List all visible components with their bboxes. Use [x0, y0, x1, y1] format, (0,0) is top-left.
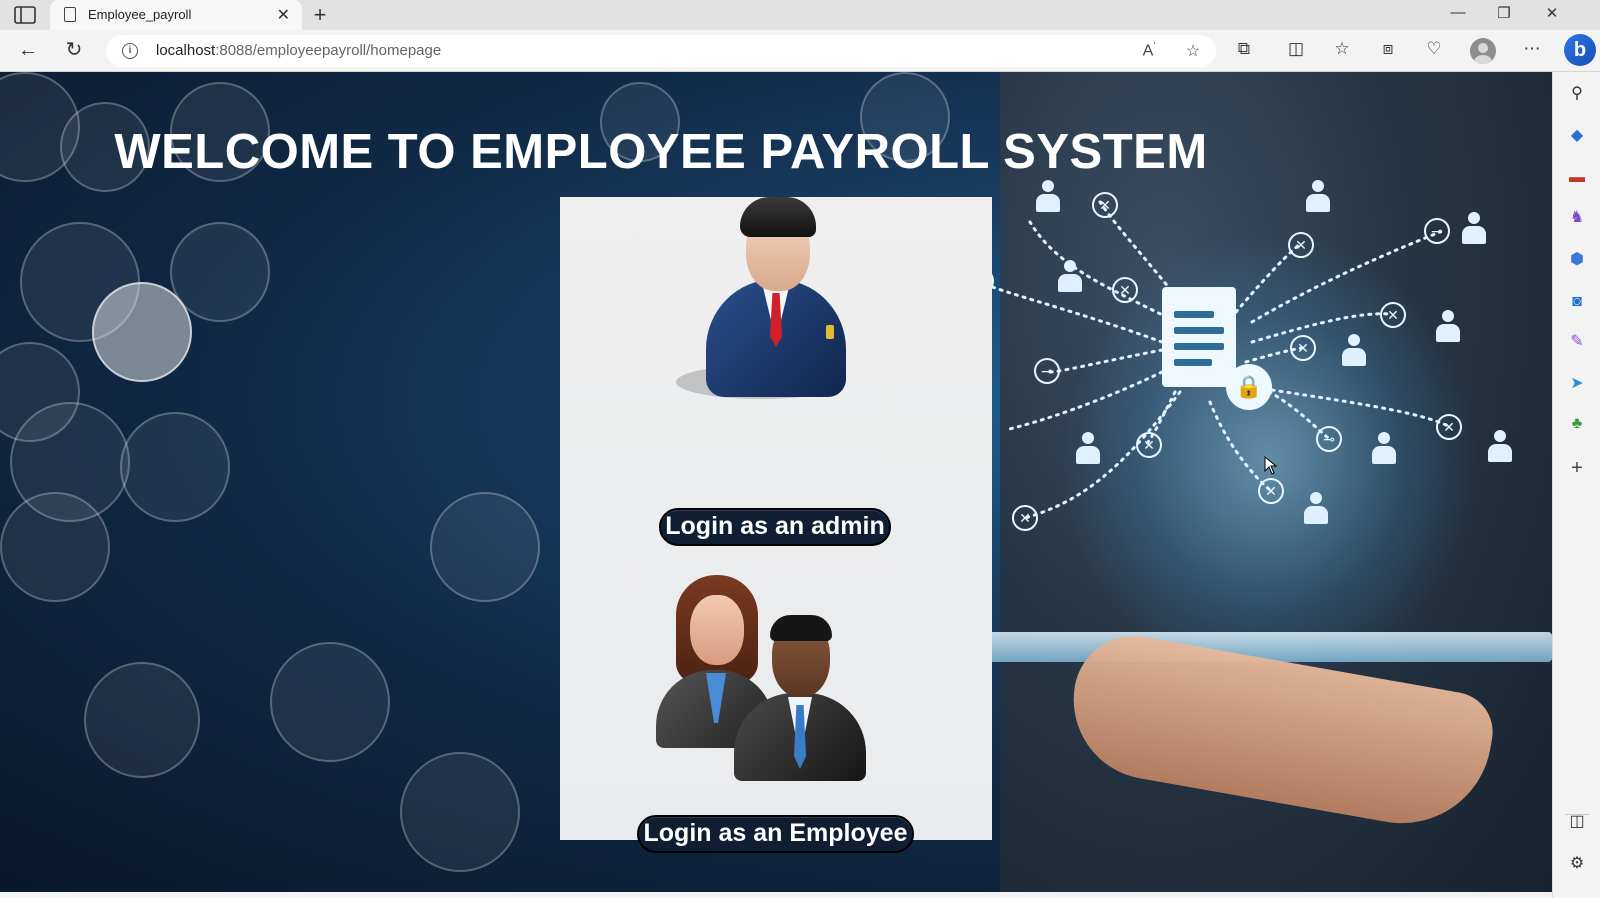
office-icon[interactable]: ⬢ — [1565, 248, 1589, 272]
network-node-icon: ✕ — [1258, 478, 1284, 504]
user-icon — [1460, 212, 1488, 246]
page-viewport: ✕ ✕ ✕ ✕ ✕ ✕ ✕ ✕ ✕ ⊸ ⊸ ⊸ ⊸ 🔒 WELCOME TO E… — [0, 72, 1552, 892]
login-employee-button[interactable]: Login as an Employee — [637, 815, 914, 853]
lock-icon: 🔒 — [1226, 364, 1272, 410]
user-icon — [1302, 492, 1330, 526]
page-title-text: WELCOME TO EMPLOYEE PAYROLL SYSTEM — [114, 125, 1208, 179]
network-node-icon: ✕ — [1012, 505, 1038, 531]
extensions-icon[interactable]: ⧉ — [1232, 39, 1256, 59]
search-icon[interactable]: ⚲ — [1565, 82, 1589, 106]
browser-chrome: Employee_payroll ✕ + — ❐ ✕ ← ↻ i localho… — [0, 0, 1600, 72]
admin-hair — [740, 197, 816, 237]
user-icon — [1486, 430, 1514, 464]
split-screen-icon[interactable]: ◫ — [1284, 39, 1308, 59]
info-icon[interactable]: i — [122, 43, 138, 59]
login-panel: Login as an admin Login as an Employee — [560, 197, 992, 853]
network-node-icon: ✕ — [1092, 192, 1118, 218]
collections-icon[interactable]: ⧈ — [1376, 39, 1400, 59]
user-icon — [1034, 180, 1062, 214]
settings-icon[interactable]: ⚙ — [1565, 852, 1589, 876]
shopping-tag-icon[interactable]: ◆ — [1565, 124, 1589, 148]
document-line — [1174, 343, 1224, 350]
tab-title: Employee_payroll — [88, 7, 192, 22]
mouse-cursor-icon — [1264, 456, 1278, 475]
employees-avatar-icon — [656, 575, 872, 785]
copilot-icon[interactable]: b — [1564, 34, 1596, 66]
user-icon — [1340, 334, 1368, 368]
url-host: localhost — [156, 42, 216, 59]
admin-badge — [826, 325, 834, 339]
url-path: :8088/employeepayroll/homepage — [215, 42, 442, 59]
browser-tab[interactable]: Employee_payroll ✕ — [50, 0, 302, 30]
employee-man-hair — [770, 615, 832, 641]
close-window-button[interactable]: ✕ — [1540, 4, 1564, 22]
login-admin-button[interactable]: Login as an admin — [659, 508, 891, 546]
games-icon[interactable]: ♞ — [1565, 206, 1589, 230]
tab-strip: Employee_payroll ✕ + — ❐ ✕ — [0, 0, 1600, 30]
more-options-icon[interactable]: ⋯ — [1520, 39, 1544, 59]
user-icon — [1434, 310, 1462, 344]
document-line — [1174, 359, 1212, 366]
key-node-icon: ⊸ — [1034, 358, 1060, 384]
network-node-icon: ✕ — [1436, 414, 1462, 440]
user-icon — [1074, 432, 1102, 466]
network-node-icon: ✕ — [1380, 302, 1406, 328]
document-line — [1174, 311, 1214, 318]
page-icon — [64, 7, 76, 22]
refresh-button[interactable]: ↻ — [62, 39, 86, 63]
drop-send-icon[interactable]: ➤ — [1565, 372, 1589, 396]
tools-briefcase-icon[interactable]: ▬ — [1565, 166, 1589, 190]
tab-actions-icon[interactable] — [14, 6, 36, 24]
admin-avatar-icon — [676, 197, 856, 403]
performance-icon[interactable]: ♡ — [1422, 39, 1446, 59]
read-aloud-icon[interactable]: Aʼ — [1138, 41, 1160, 60]
key-node-icon: ⊸ — [1316, 426, 1342, 452]
designer-icon[interactable]: ✎ — [1565, 330, 1589, 354]
hide-sidebar-icon[interactable]: ◫ — [1565, 810, 1589, 834]
profile-avatar[interactable] — [1470, 38, 1496, 64]
user-icon — [1056, 260, 1084, 294]
user-icon — [1304, 180, 1332, 214]
navigation-bar: ← ↻ i localhost:8088/employeepayroll/hom… — [0, 30, 1600, 72]
page-title: WELCOME TO EMPLOYEE PAYROLL SYSTEM — [0, 124, 1552, 180]
network-node-icon: ✕ — [1136, 432, 1162, 458]
employee-woman-face — [690, 595, 744, 665]
edge-sidebar: ⚲ ◆ ▬ ♞ ⬢ ◙ ✎ ➤ ♣ + ◫ ⚙ — [1552, 72, 1600, 898]
favorites-icon[interactable]: ☆ — [1330, 39, 1354, 59]
document-icon — [1162, 287, 1236, 387]
tree-icon[interactable]: ♣ — [1565, 412, 1589, 436]
favorite-star-icon[interactable]: ☆ — [1182, 41, 1204, 61]
address-bar[interactable]: i localhost:8088/employeepayroll/homepag… — [106, 35, 1216, 67]
bottom-bar — [0, 892, 1552, 898]
minimize-button[interactable]: — — [1446, 4, 1470, 21]
document-line — [1174, 327, 1224, 334]
outlook-icon[interactable]: ◙ — [1565, 290, 1589, 314]
new-tab-button[interactable]: + — [308, 2, 332, 28]
add-icon[interactable]: + — [1565, 456, 1589, 480]
network-node-icon: ✕ — [1288, 232, 1314, 258]
back-button[interactable]: ← — [16, 39, 40, 63]
tab-close-icon[interactable]: ✕ — [277, 5, 290, 25]
network-node-icon: ✕ — [1290, 335, 1316, 361]
key-node-icon: ⊸ — [1424, 218, 1450, 244]
network-node-icon: ✕ — [1112, 277, 1138, 303]
user-icon — [1370, 432, 1398, 466]
restore-button[interactable]: ❐ — [1492, 4, 1516, 22]
url-text[interactable]: localhost:8088/employeepayroll/homepage — [156, 42, 441, 59]
